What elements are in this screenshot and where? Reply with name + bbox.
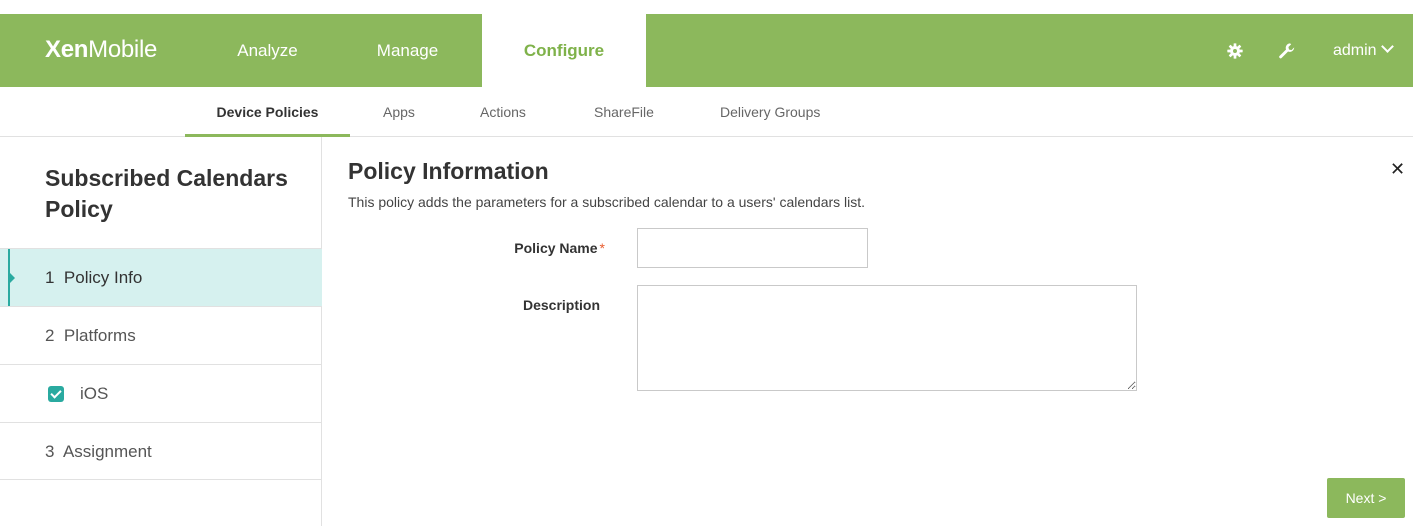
step-label: iOS — [80, 384, 109, 403]
policy-name-input[interactable] — [637, 228, 868, 268]
tab-actions[interactable]: Actions — [480, 87, 526, 137]
step-label: 2 Platforms — [45, 326, 136, 345]
nav-configure[interactable]: Configure — [482, 14, 646, 89]
step-policy-info[interactable]: 1 Policy Info — [0, 248, 322, 307]
description-label: Description — [522, 297, 600, 313]
wrench-icon[interactable] — [1278, 42, 1296, 60]
policy-steps-panel: Subscribed Calendars Policy 1 Policy Inf… — [0, 137, 322, 526]
sub-navbar: Device Policies Apps Actions ShareFile D… — [0, 87, 1413, 137]
nav-manage[interactable]: Manage — [345, 14, 470, 87]
top-navbar: XenMobile Analyze Manage Configure admin — [0, 14, 1413, 89]
next-button[interactable]: Next > — [1327, 478, 1405, 518]
tab-device-policies[interactable]: Device Policies — [185, 87, 350, 137]
xenmobile-logo[interactable]: XenMobile — [45, 36, 157, 64]
step-assignment[interactable]: 3 Assignment — [0, 422, 322, 480]
tab-apps[interactable]: Apps — [383, 87, 415, 137]
section-description: This policy adds the parameters for a su… — [348, 194, 866, 210]
steps-list: 1 Policy Info 2 Platforms iOS 3 Assignme… — [0, 248, 322, 480]
close-icon[interactable]: ✕ — [1390, 160, 1405, 178]
section-title: Policy Information — [348, 158, 549, 184]
required-mark: * — [599, 240, 605, 256]
step-ios[interactable]: iOS — [0, 364, 322, 422]
step-label: 1 Policy Info — [45, 268, 143, 287]
gear-icon[interactable] — [1226, 42, 1244, 60]
step-platforms[interactable]: 2 Platforms — [0, 306, 322, 364]
description-textarea[interactable] — [637, 285, 1137, 391]
chevron-down-icon — [1380, 40, 1394, 53]
tab-delivery-groups[interactable]: Delivery Groups — [720, 87, 820, 137]
admin-user-menu[interactable]: admin — [1333, 14, 1394, 87]
nav-analyze[interactable]: Analyze — [205, 14, 330, 87]
policy-title: Subscribed Calendars Policy — [45, 165, 288, 222]
ios-checkbox[interactable] — [48, 386, 64, 402]
admin-label: admin — [1333, 42, 1377, 59]
tab-sharefile[interactable]: ShareFile — [594, 87, 654, 137]
policy-name-label: Policy Name * — [514, 240, 605, 256]
step-label: 3 Assignment — [45, 442, 152, 461]
